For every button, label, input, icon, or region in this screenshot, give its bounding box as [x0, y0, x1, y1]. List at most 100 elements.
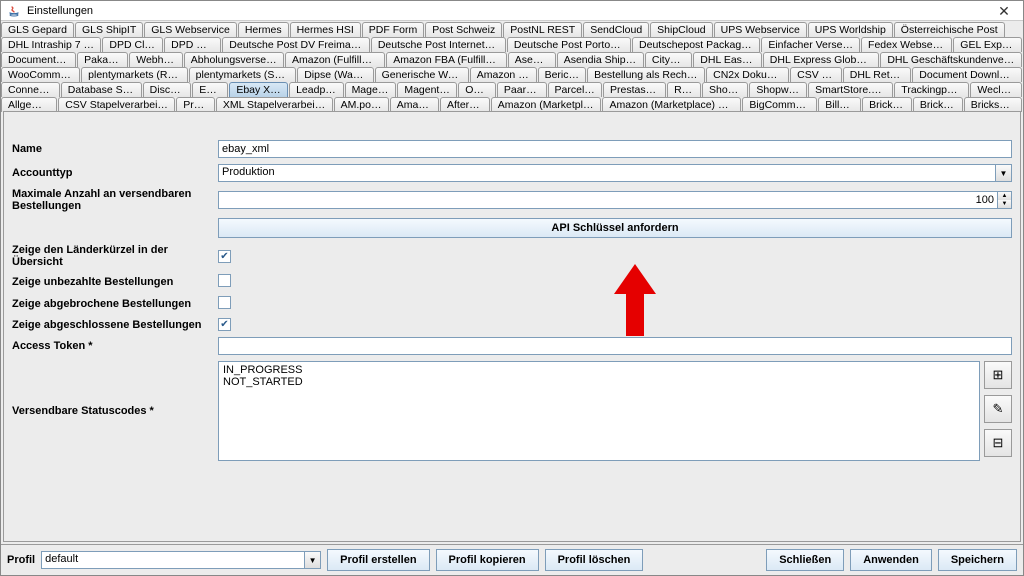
- show-country-checkbox[interactable]: ✔: [218, 250, 231, 263]
- statuscodes-textarea[interactable]: IN_PROGRESS NOT_STARTED: [218, 361, 980, 461]
- tab-amazon-marketplace-[interactable]: Amazon (Marketplace): [491, 97, 602, 112]
- tab-weclapp[interactable]: Weclapp: [970, 82, 1022, 97]
- profile-delete-button[interactable]: Profil löschen: [545, 549, 644, 571]
- tab-discogs[interactable]: Discogs: [143, 82, 192, 97]
- name-input[interactable]: [218, 140, 1012, 158]
- tab-woocommerce[interactable]: WooCommerce: [1, 67, 80, 82]
- spin-down-icon[interactable]: ▼: [998, 200, 1011, 208]
- tab-hermes[interactable]: Hermes: [238, 22, 289, 37]
- tab-ups-worldship[interactable]: UPS Worldship: [808, 22, 893, 37]
- tab-bricklink[interactable]: Bricklink: [862, 97, 912, 112]
- tab-dhl-intraship-7-de-[interactable]: DHL Intraship 7 (DE): [1, 37, 101, 52]
- tab-deutsche-post-internetmarke[interactable]: Deutsche Post Internetmarke: [371, 37, 506, 52]
- tab-amazon-fulfillment-[interactable]: Amazon (Fulfillment): [285, 52, 385, 67]
- tab-generische-waage[interactable]: Generische Waage: [375, 67, 469, 82]
- tab-shopware[interactable]: Shopware: [749, 82, 807, 97]
- tab-parcellab[interactable]: Parcellab: [548, 82, 602, 97]
- tab-dpd-delis[interactable]: DPD Delis: [164, 37, 221, 52]
- tab-brickscout[interactable]: Brickscout: [964, 97, 1022, 112]
- profile-select[interactable]: default ▼: [41, 551, 321, 569]
- add-icon[interactable]: ⊞: [984, 361, 1012, 389]
- tab-fedex-webservice[interactable]: Fedex Webservice: [861, 37, 952, 52]
- tab-ups-webservice[interactable]: UPS Webservice: [714, 22, 807, 37]
- close-icon[interactable]: ✕: [991, 4, 1017, 18]
- tab-csv-stapelverarbeitung[interactable]: CSV Stapelverarbeitung: [58, 97, 175, 112]
- tab-magento-2[interactable]: Magento 2: [397, 82, 457, 97]
- tab-odoo[interactable]: Odoo: [458, 82, 496, 97]
- tab-leadprint[interactable]: Leadprint: [289, 82, 343, 97]
- tab-dhl-easylog[interactable]: DHL Easylog: [693, 52, 762, 67]
- tab-postnl-rest[interactable]: PostNL REST: [503, 22, 582, 37]
- chevron-down-icon[interactable]: ▼: [305, 551, 321, 569]
- tab-document-downloader[interactable]: Document Downloader: [912, 67, 1022, 82]
- tab-post-schweiz[interactable]: Post Schweiz: [425, 22, 502, 37]
- tab-prestashop[interactable]: Prestashop: [603, 82, 666, 97]
- chevron-down-icon[interactable]: ▼: [996, 164, 1012, 182]
- tab-amazon[interactable]: Amazon: [390, 97, 439, 112]
- tab-afterbuy[interactable]: Afterbuy: [440, 97, 490, 112]
- tab-deutsche-post-dv-freimachung[interactable]: Deutsche Post DV Freimachung: [222, 37, 370, 52]
- tab-dhl-gesch-ftskundenversand[interactable]: DHL Geschäftskundenversand: [880, 52, 1022, 67]
- api-key-button[interactable]: API Schlüssel anfordern: [218, 218, 1012, 238]
- max-orders-stepper[interactable]: ▲ ▼: [218, 191, 1012, 209]
- tab-dhl-express-global-ws[interactable]: DHL Express Global WS: [763, 52, 880, 67]
- tab-amazon-marketplace-rest[interactable]: Amazon (Marketplace) REST: [602, 97, 741, 112]
- tab-webhook[interactable]: Webhook: [129, 52, 183, 67]
- tab-database-shop[interactable]: Database Shop: [61, 82, 142, 97]
- tab-billbee[interactable]: Billbee: [818, 97, 861, 112]
- tab-smartstore-net[interactable]: SmartStore.NET: [808, 82, 893, 97]
- tab-gel-express[interactable]: GEL Express: [953, 37, 1022, 52]
- max-orders-input[interactable]: [218, 191, 998, 209]
- tab-dipse-waage-[interactable]: Dipse (Waage): [297, 67, 373, 82]
- tab-ebay-xml[interactable]: Ebay XML: [229, 82, 288, 97]
- tab--sterreichische-post[interactable]: Österreichische Post: [894, 22, 1005, 37]
- tab-deutschepost-packageplus[interactable]: Deutschepost PackagePlus: [632, 37, 760, 52]
- access-token-input[interactable]: [218, 337, 1012, 355]
- accounttype-select[interactable]: Produktion ▼: [218, 164, 1012, 182]
- tab-brickowl[interactable]: Brickowl: [913, 97, 963, 112]
- show-unpaid-checkbox[interactable]: [218, 274, 231, 287]
- tab-pakadoo[interactable]: Pakadoo: [77, 52, 128, 67]
- tab-cn2x-dokument[interactable]: CN2x Dokument: [706, 67, 789, 82]
- tab-bigcommerce[interactable]: BigCommerce: [742, 97, 817, 112]
- tab-connector[interactable]: Connector: [1, 82, 60, 97]
- tab-paarzeit[interactable]: Paarzeit: [497, 82, 547, 97]
- tab-plentymarkets-soap-[interactable]: plentymarkets (SOAP): [189, 67, 297, 82]
- tab-deutsche-post-portokasse[interactable]: Deutsche Post Portokasse: [507, 37, 631, 52]
- tab-einfacher-versender[interactable]: Einfacher Versender: [761, 37, 860, 52]
- tab-abholungsversender[interactable]: Abholungsversender: [184, 52, 284, 67]
- tab-plentymarkets-rest-[interactable]: plentymarkets (REST): [81, 67, 188, 82]
- tab-magento[interactable]: Magento: [345, 82, 397, 97]
- profile-copy-button[interactable]: Profil kopieren: [436, 549, 539, 571]
- close-button[interactable]: Schließen: [766, 549, 844, 571]
- show-cancelled-checkbox[interactable]: [218, 296, 231, 309]
- tab-real[interactable]: Real: [667, 82, 701, 97]
- tab-allgemein[interactable]: Allgemein: [1, 97, 57, 112]
- tab-amazon-log[interactable]: Amazon Log: [470, 67, 537, 82]
- tab-asendia-shipping[interactable]: Asendia Shipping: [557, 52, 644, 67]
- tab-dhl-retoure[interactable]: DHL Retoure: [843, 67, 912, 82]
- tab-pdf-form[interactable]: PDF Form: [362, 22, 424, 37]
- tab-amazon-fba-fulfillment-[interactable]: Amazon FBA (Fulfillment): [386, 52, 507, 67]
- tab-asendia[interactable]: Asendia: [508, 52, 556, 67]
- tab-berichte[interactable]: Berichte: [538, 67, 587, 82]
- tab-citymail[interactable]: Citymail: [645, 52, 692, 67]
- remove-icon[interactable]: ⊟: [984, 429, 1012, 457]
- tab-xml-stapelverarbeitung[interactable]: XML Stapelverarbeitung: [216, 97, 333, 112]
- tab-sendcloud[interactable]: SendCloud: [583, 22, 649, 37]
- profile-create-button[interactable]: Profil erstellen: [327, 549, 429, 571]
- tab-proxy[interactable]: Proxy: [176, 97, 215, 112]
- edit-icon[interactable]: ✎: [984, 395, 1012, 423]
- tab-shopify[interactable]: Shopify: [702, 82, 748, 97]
- save-button[interactable]: Speichern: [938, 549, 1017, 571]
- tab-document-log[interactable]: Document Log: [1, 52, 76, 67]
- spin-up-icon[interactable]: ▲: [998, 192, 1011, 200]
- tab-bestellung-als-rechnung[interactable]: Bestellung als Rechnung: [587, 67, 705, 82]
- tab-hermes-hsi[interactable]: Hermes HSI: [290, 22, 361, 37]
- tab-gls-shipit[interactable]: GLS ShipIT: [75, 22, 143, 37]
- apply-button[interactable]: Anwenden: [850, 549, 932, 571]
- tab-gls-gepard[interactable]: GLS Gepard: [1, 22, 74, 37]
- tab-gls-webservice[interactable]: GLS Webservice: [144, 22, 237, 37]
- show-closed-checkbox[interactable]: ✔: [218, 318, 231, 331]
- tab-trackingportal[interactable]: Trackingportal: [894, 82, 969, 97]
